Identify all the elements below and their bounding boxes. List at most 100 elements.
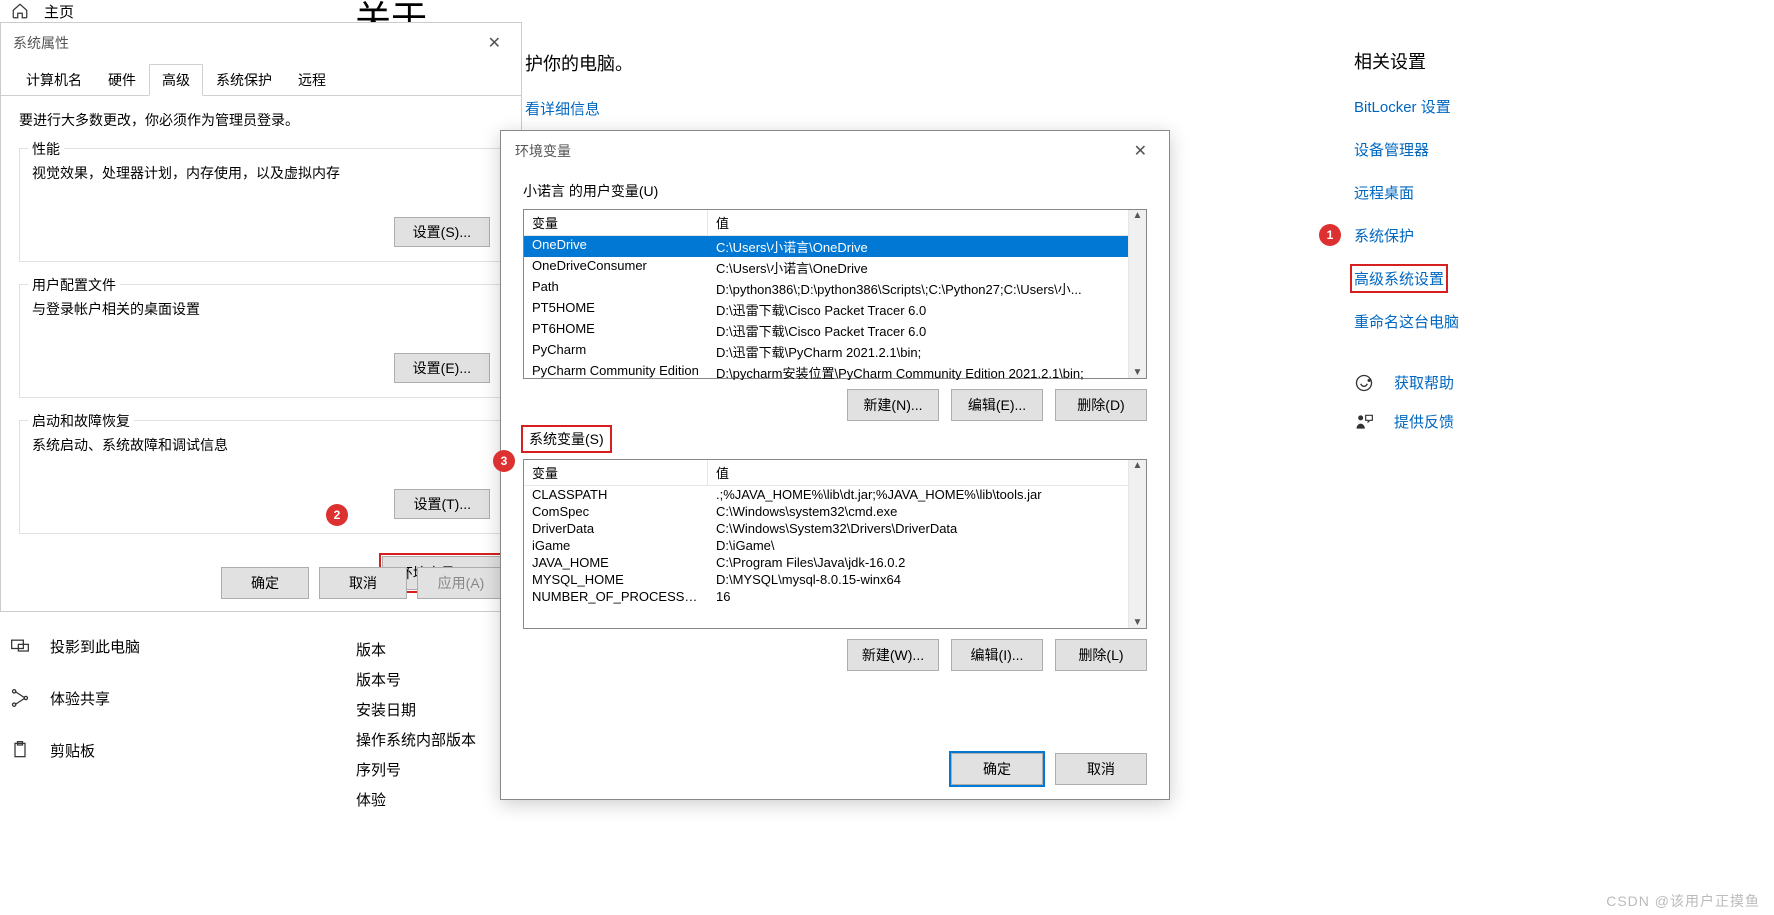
performance-settings-button[interactable]: 设置(S)... <box>394 217 490 247</box>
get-help-label: 获取帮助 <box>1394 372 1454 393</box>
related-settings-panel: 相关设置 BitLocker 设置 设备管理器 远程桌面 系统保护 高级系统设置… <box>1354 48 1754 450</box>
user-variables-label: 小诺言 的用户变量(U) <box>523 181 1147 201</box>
table-row[interactable]: PyCharmD:\迅雷下载\PyCharm 2021.2.1\bin; <box>524 341 1146 362</box>
home-icon <box>10 1 30 21</box>
tab-remote[interactable]: 远程 <box>285 64 339 96</box>
var-value: D:\迅雷下载\Cisco Packet Tracer 6.0 <box>708 320 1146 341</box>
user-new-button[interactable]: 新建(N)... <box>847 389 939 421</box>
var-value: D:\迅雷下载\PyCharm 2021.2.1\bin; <box>708 341 1146 362</box>
link-bitlocker[interactable]: BitLocker 设置 <box>1354 96 1754 117</box>
feedback-icon <box>1354 412 1374 432</box>
apply-button[interactable]: 应用(A) <box>417 567 505 599</box>
table-row[interactable]: iGameD:\iGame\ <box>524 537 1146 554</box>
table-row[interactable]: DriverDataC:\Windows\System32\Drivers\Dr… <box>524 520 1146 537</box>
detail-experience: 体验 <box>356 786 476 816</box>
table-row[interactable]: CLASSPATH.;%JAVA_HOME%\lib\dt.jar;%JAVA_… <box>524 486 1146 503</box>
project-icon <box>10 636 30 656</box>
cancel-button[interactable]: 取消 <box>1055 753 1147 785</box>
table-row[interactable]: NUMBER_OF_PROCESSORS16 <box>524 588 1146 605</box>
system-properties-dialog: 系统属性 ✕ 计算机名 硬件 高级 系统保护 远程 要进行大多数更改，你必须作为… <box>0 22 522 612</box>
col-variable[interactable]: 变量 <box>524 210 708 235</box>
startup-recovery-settings-button[interactable]: 设置(T)... <box>394 489 490 519</box>
var-name: NUMBER_OF_PROCESSORS <box>524 588 708 605</box>
var-name: Path <box>524 278 708 299</box>
var-value: C:\Users\小诺言\OneDrive <box>708 236 1146 257</box>
system-variables-list[interactable]: 变量 值 CLASSPATH.;%JAVA_HOME%\lib\dt.jar;%… <box>523 459 1147 629</box>
var-name: ComSpec <box>524 503 708 520</box>
var-value: D:\iGame\ <box>708 537 1146 554</box>
group-legend: 性能 <box>28 139 64 159</box>
ok-button[interactable]: 确定 <box>951 753 1043 785</box>
admin-note: 要进行大多数更改，你必须作为管理员登录。 <box>19 110 503 130</box>
table-row[interactable]: MYSQL_HOMED:\MYSQL\mysql-8.0.15-winx64 <box>524 571 1146 588</box>
table-row[interactable]: ComSpecC:\Windows\system32\cmd.exe <box>524 503 1146 520</box>
table-row[interactable]: PT5HOMED:\迅雷下载\Cisco Packet Tracer 6.0 <box>524 299 1146 320</box>
scroll-down-icon[interactable]: ▼ <box>1133 617 1143 628</box>
feedback-row[interactable]: 提供反馈 <box>1354 411 1754 432</box>
scrollbar[interactable]: ▲ ▼ <box>1128 460 1146 628</box>
col-value[interactable]: 值 <box>708 460 1146 485</box>
link-device-manager[interactable]: 设备管理器 <box>1354 139 1754 160</box>
table-row[interactable]: OneDriveC:\Users\小诺言\OneDrive <box>524 236 1146 257</box>
system-delete-button[interactable]: 删除(L) <box>1055 639 1147 671</box>
user-variables-list[interactable]: 变量 值 OneDriveC:\Users\小诺言\OneDriveOneDri… <box>523 209 1147 379</box>
user-delete-button[interactable]: 删除(D) <box>1055 389 1147 421</box>
cancel-button[interactable]: 取消 <box>319 567 407 599</box>
detail-version-number: 版本号 <box>356 666 476 696</box>
detail-os-build: 操作系统内部版本 <box>356 726 476 756</box>
share-icon <box>10 688 30 708</box>
var-value: C:\Windows\System32\Drivers\DriverData <box>708 520 1146 537</box>
scroll-up-icon[interactable]: ▲ <box>1133 460 1143 471</box>
link-rename-pc[interactable]: 重命名这台电脑 <box>1354 311 1754 332</box>
var-name: PyCharm <box>524 341 708 362</box>
user-profiles-settings-button[interactable]: 设置(E)... <box>394 353 490 383</box>
user-edit-button[interactable]: 编辑(E)... <box>951 389 1043 421</box>
close-icon[interactable]: ✕ <box>1126 137 1155 165</box>
detail-install-date: 安装日期 <box>356 696 476 726</box>
table-row[interactable]: PT6HOMED:\迅雷下载\Cisco Packet Tracer 6.0 <box>524 320 1146 341</box>
system-variables-label: 系统变量(S) <box>523 427 610 451</box>
system-new-button[interactable]: 新建(W)... <box>847 639 939 671</box>
group-legend: 启动和故障恢复 <box>28 411 134 431</box>
clipboard-icon <box>10 740 30 760</box>
group-desc: 与登录帐户相关的桌面设置 <box>32 299 490 319</box>
table-row[interactable]: JAVA_HOMEC:\Program Files\Java\jdk-16.0.… <box>524 554 1146 571</box>
group-startup-recovery: 启动和故障恢复 系统启动、系统故障和调试信息 设置(T)... <box>19 420 503 534</box>
link-system-protection[interactable]: 系统保护 <box>1354 225 1754 246</box>
tab-system-protection[interactable]: 系统保护 <box>203 64 285 96</box>
var-name: DriverData <box>524 520 708 537</box>
scroll-down-icon[interactable]: ▼ <box>1133 367 1143 378</box>
table-row[interactable]: PathD:\python386\;D:\python386\Scripts\;… <box>524 278 1146 299</box>
link-remote-desktop[interactable]: 远程桌面 <box>1354 182 1754 203</box>
var-value: .;%JAVA_HOME%\lib\dt.jar;%JAVA_HOME%\lib… <box>708 486 1146 503</box>
tab-hardware[interactable]: 硬件 <box>95 64 149 96</box>
nav-project-to-pc[interactable]: 投影到此电脑 <box>10 620 140 672</box>
help-icon <box>1354 373 1374 393</box>
table-row[interactable]: PyCharm Community EditionD:\pycharm安装位置\… <box>524 362 1146 380</box>
tab-advanced[interactable]: 高级 <box>149 64 203 96</box>
link-advanced-system-settings[interactable]: 高级系统设置 <box>1354 268 1444 289</box>
scroll-up-icon[interactable]: ▲ <box>1133 210 1143 221</box>
var-name: OneDriveConsumer <box>524 257 708 278</box>
close-icon[interactable]: ✕ <box>480 29 509 57</box>
sysprops-tabs: 计算机名 硬件 高级 系统保护 远程 <box>1 63 521 96</box>
var-name: PT6HOME <box>524 320 708 341</box>
get-help-row[interactable]: 获取帮助 <box>1354 372 1754 393</box>
col-variable[interactable]: 变量 <box>524 460 708 485</box>
var-value: 16 <box>708 588 1146 605</box>
see-details-link[interactable]: 看详细信息 <box>525 98 600 119</box>
var-value: C:\Program Files\Java\jdk-16.0.2 <box>708 554 1146 571</box>
ok-button[interactable]: 确定 <box>221 567 309 599</box>
var-value: D:\pycharm安装位置\PyCharm Community Edition… <box>708 362 1146 380</box>
col-value[interactable]: 值 <box>708 210 1146 235</box>
scrollbar[interactable]: ▲ ▼ <box>1128 210 1146 378</box>
table-row[interactable]: OneDriveConsumerC:\Users\小诺言\OneDrive <box>524 257 1146 278</box>
system-edit-button[interactable]: 编辑(I)... <box>951 639 1043 671</box>
nav-clipboard[interactable]: 剪贴板 <box>10 724 140 776</box>
var-value: D:\迅雷下载\Cisco Packet Tracer 6.0 <box>708 299 1146 320</box>
settings-home-row[interactable]: 主页 <box>0 0 84 22</box>
tab-computer-name[interactable]: 计算机名 <box>13 64 95 96</box>
about-details-labels: 版本 版本号 安装日期 操作系统内部版本 序列号 体验 <box>356 636 476 816</box>
nav-shared-experiences[interactable]: 体验共享 <box>10 672 140 724</box>
var-name: PyCharm Community Edition <box>524 362 708 380</box>
